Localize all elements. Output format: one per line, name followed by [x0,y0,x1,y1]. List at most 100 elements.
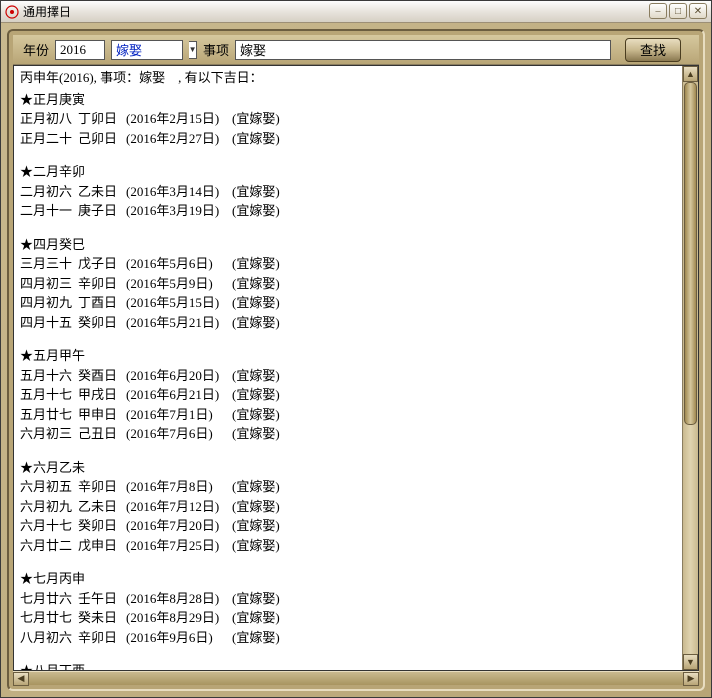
maximize-button[interactable]: □ [669,3,687,19]
note: (宜嫁娶) [232,129,280,149]
result-row: 五月廿七甲申日(2016年7月1日)(宜嫁娶) [20,405,676,425]
gregorian-date: (2016年3月19日) [126,201,232,221]
scroll-right-button[interactable]: ▶ [683,672,699,686]
ganzhi-day: 癸未日 [78,608,126,628]
ganzhi-day: 己卯日 [78,129,126,149]
gregorian-date: (2016年9月6日) [126,628,232,648]
ganzhi-day: 壬午日 [78,589,126,609]
scroll-thumb[interactable] [684,82,697,425]
year-input[interactable] [55,40,105,60]
gregorian-date: (2016年7月6日) [126,424,232,444]
summary-line: 丙申年(2016), 事项：嫁娶 , 有以下吉日： [20,68,676,88]
scroll-up-button[interactable]: ▲ [683,66,698,82]
content-wrap: 丙申年(2016), 事项：嫁娶 , 有以下吉日： ★正月庚寅正月初八丁卯日(2… [13,65,699,671]
close-button[interactable]: ✕ [689,3,707,19]
window-title: 通用擇日 [23,3,71,20]
note: (宜嫁娶) [232,385,280,405]
result-row: 六月初九乙未日(2016年7月12日)(宜嫁娶) [20,497,676,517]
ganzhi-day: 甲申日 [78,405,126,425]
titlebar[interactable]: 通用擇日 – □ ✕ [1,1,711,23]
result-row: 六月廿二戊申日(2016年7月25日)(宜嫁娶) [20,536,676,556]
note: (宜嫁娶) [232,628,280,648]
gregorian-date: (2016年2月27日) [126,129,232,149]
ganzhi-day: 辛卯日 [78,628,126,648]
month-block: ★七月丙申七月廿六壬午日(2016年8月28日)(宜嫁娶)七月廿七癸未日(201… [20,569,676,647]
lunar-date: 五月十七 [20,385,78,405]
lunar-date: 六月初三 [20,424,78,444]
ganzhi-day: 辛卯日 [78,477,126,497]
gregorian-date: (2016年3月14日) [126,182,232,202]
result-row: 六月初三己丑日(2016年7月6日)(宜嫁娶) [20,424,676,444]
gregorian-date: (2016年7月25日) [126,536,232,556]
ganzhi-day: 辛卯日 [78,274,126,294]
lunar-date: 六月初五 [20,477,78,497]
gregorian-date: (2016年5月9日) [126,274,232,294]
lunar-date: 六月十七 [20,516,78,536]
scroll-track[interactable] [683,82,698,654]
ganzhi-day: 乙未日 [78,182,126,202]
lunar-date: 六月初九 [20,497,78,517]
gregorian-date: (2016年7月12日) [126,497,232,517]
month-header: ★六月乙未 [20,458,676,478]
lunar-date: 正月初八 [20,109,78,129]
result-row: 正月初八丁卯日(2016年2月15日)(宜嫁娶) [20,109,676,129]
scroll-left-button[interactable]: ◀ [13,672,29,686]
event-input[interactable] [235,40,611,60]
gregorian-date: (2016年5月15日) [126,293,232,313]
gregorian-date: (2016年6月20日) [126,366,232,386]
vertical-scrollbar[interactable]: ▲ ▼ [682,66,698,670]
dropdown-icon[interactable]: ▼ [189,41,197,59]
note: (宜嫁娶) [232,366,280,386]
note: (宜嫁娶) [232,313,280,333]
result-row: 二月十一庚子日(2016年3月19日)(宜嫁娶) [20,201,676,221]
horizontal-scrollbar[interactable]: ◀ ▶ [13,671,699,685]
result-row: 八月初六辛卯日(2016年9月6日)(宜嫁娶) [20,628,676,648]
lunar-date: 七月廿七 [20,608,78,628]
year-label: 年份 [23,40,49,59]
result-row: 三月三十戊子日(2016年5月6日)(宜嫁娶) [20,254,676,274]
month-block: ★五月甲午五月十六癸酉日(2016年6月20日)(宜嫁娶)五月十七甲戌日(201… [20,346,676,444]
month-block: ★四月癸巳三月三十戊子日(2016年5月6日)(宜嫁娶)四月初三辛卯日(2016… [20,235,676,333]
search-button[interactable]: 查找 [625,38,681,62]
note: (宜嫁娶) [232,293,280,313]
result-row: 正月二十己卯日(2016年2月27日)(宜嫁娶) [20,129,676,149]
app-window: 通用擇日 – □ ✕ 年份 ▼ 事项 查找 丙申年(2016), 事项：嫁娶 ,… [0,0,712,698]
lunar-date: 二月十一 [20,201,78,221]
result-row: 四月初九丁酉日(2016年5月15日)(宜嫁娶) [20,293,676,313]
month-header: ★五月甲午 [20,346,676,366]
month-block: ★六月乙未六月初五辛卯日(2016年7月8日)(宜嫁娶)六月初九乙未日(2016… [20,458,676,556]
lunar-date: 四月十五 [20,313,78,333]
note: (宜嫁娶) [232,536,280,556]
months-list: ★正月庚寅正月初八丁卯日(2016年2月15日)(宜嫁娶)正月二十己卯日(201… [20,90,676,671]
lunar-date: 二月初六 [20,182,78,202]
note: (宜嫁娶) [232,477,280,497]
result-row: 五月十七甲戌日(2016年6月21日)(宜嫁娶) [20,385,676,405]
ganzhi-day: 己丑日 [78,424,126,444]
toolbar: 年份 ▼ 事项 查找 [13,35,699,65]
note: (宜嫁娶) [232,424,280,444]
result-row: 五月十六癸酉日(2016年6月20日)(宜嫁娶) [20,366,676,386]
month-header: ★八月丁酉 [20,661,676,670]
event-label: 事项 [203,40,229,59]
month-block: ★二月辛卯二月初六乙未日(2016年3月14日)(宜嫁娶)二月十一庚子日(201… [20,162,676,221]
type-input[interactable] [111,40,183,60]
note: (宜嫁娶) [232,497,280,517]
lunar-date: 五月十六 [20,366,78,386]
ganzhi-day: 乙未日 [78,497,126,517]
result-row: 七月廿七癸未日(2016年8月29日)(宜嫁娶) [20,608,676,628]
gregorian-date: (2016年5月6日) [126,254,232,274]
result-row: 七月廿六壬午日(2016年8月28日)(宜嫁娶) [20,589,676,609]
gregorian-date: (2016年7月8日) [126,477,232,497]
note: (宜嫁娶) [232,589,280,609]
month-block: ★正月庚寅正月初八丁卯日(2016年2月15日)(宜嫁娶)正月二十己卯日(201… [20,90,676,149]
note: (宜嫁娶) [232,109,280,129]
ganzhi-day: 癸卯日 [78,516,126,536]
ganzhi-day: 癸酉日 [78,366,126,386]
gregorian-date: (2016年2月15日) [126,109,232,129]
result-row: 四月初三辛卯日(2016年5月9日)(宜嫁娶) [20,274,676,294]
scroll-down-button[interactable]: ▼ [683,654,698,670]
result-row: 六月初五辛卯日(2016年7月8日)(宜嫁娶) [20,477,676,497]
lunar-date: 八月初六 [20,628,78,648]
minimize-button[interactable]: – [649,3,667,19]
ganzhi-day: 丁酉日 [78,293,126,313]
